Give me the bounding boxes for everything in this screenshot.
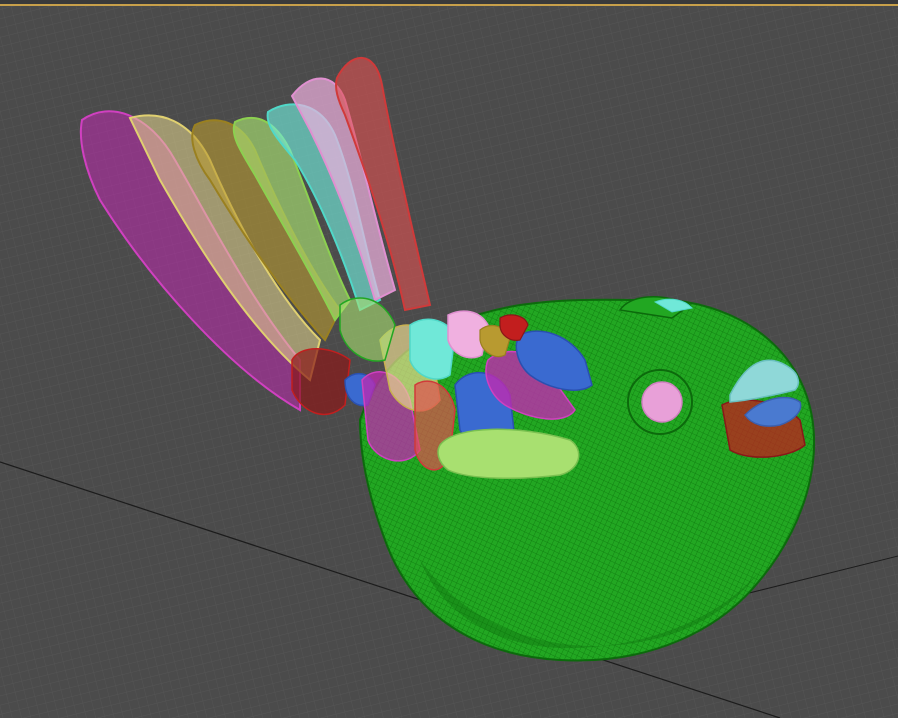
eye [641,381,683,423]
viewport-scene[interactable] [0,0,898,718]
3d-viewport[interactable] [0,0,898,718]
wing-feather-lime-lower [437,428,580,479]
